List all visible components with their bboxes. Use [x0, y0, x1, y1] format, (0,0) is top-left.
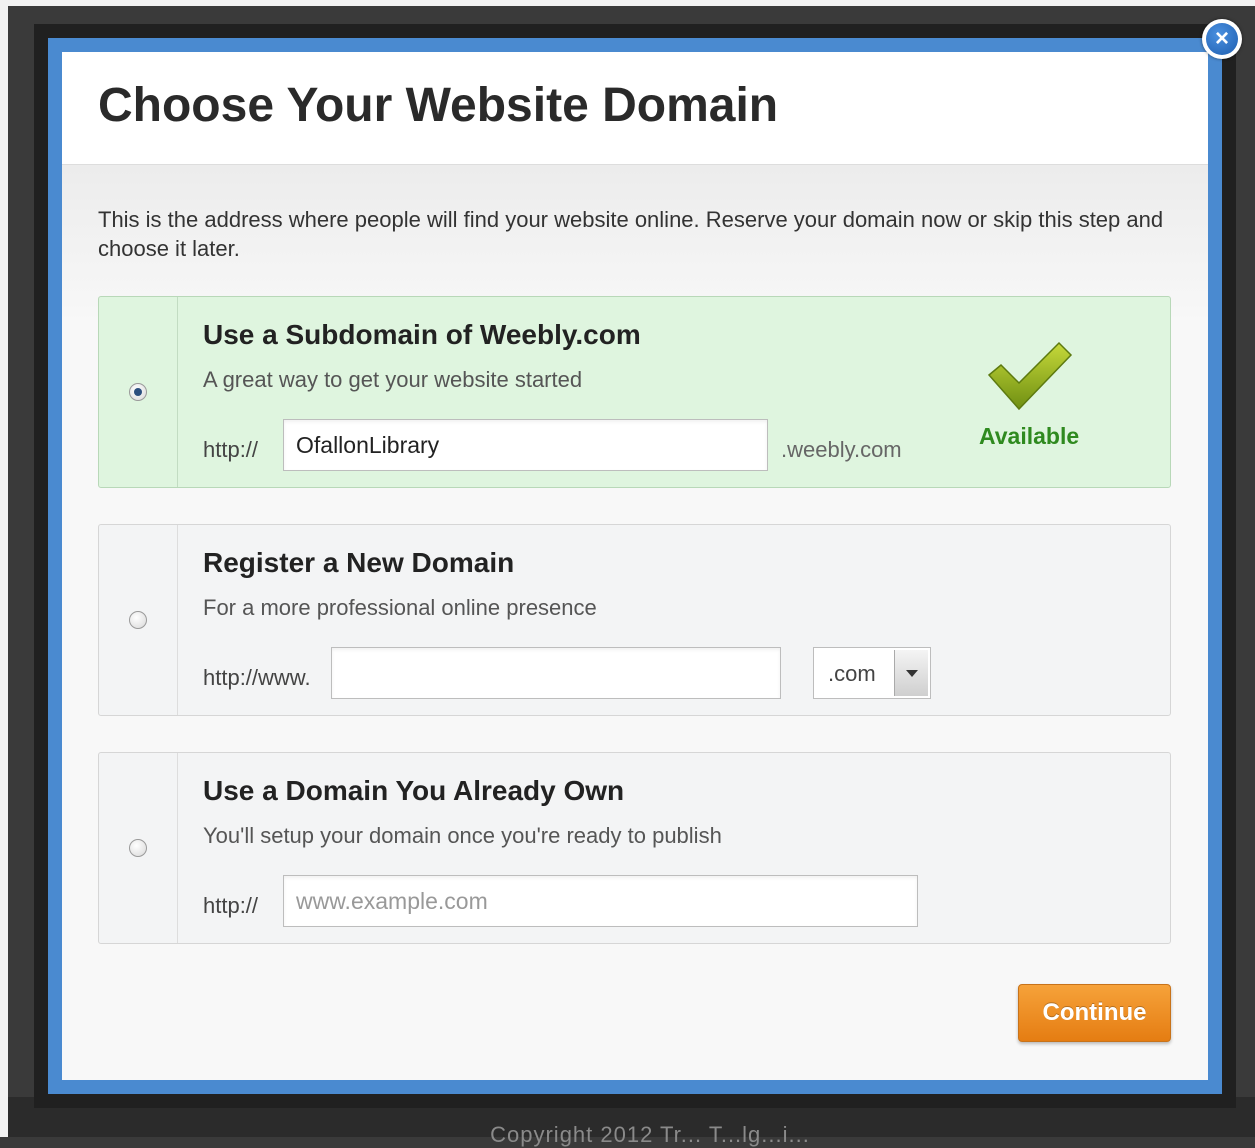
option-subtitle: You'll setup your domain once you're rea… — [203, 823, 722, 848]
option-existing-domain[interactable]: Use a Domain You Already Own You'll setu… — [98, 752, 1171, 944]
radio-subdomain[interactable] — [129, 383, 147, 401]
option-title: Register a New Domain — [203, 547, 515, 578]
option-title: Use a Domain You Already Own — [203, 775, 625, 806]
radio-column — [99, 525, 178, 715]
option-subdomain[interactable]: Use a Subdomain of Weebly.com A great wa… — [98, 296, 1171, 488]
subdomain-input[interactable] — [283, 419, 768, 471]
radio-column — [99, 297, 178, 487]
option-subtitle: For a more professional online presence — [203, 595, 597, 620]
radio-existing-domain[interactable] — [129, 839, 147, 857]
domain-dialog: Choose Your Website Domain This is the a… — [62, 52, 1208, 1080]
continue-button[interactable]: Continue — [1018, 984, 1171, 1042]
option-title: Use a Subdomain of Weebly.com — [203, 319, 641, 350]
tld-selected-value: .com — [828, 661, 876, 686]
url-prefix: http://www. — [203, 665, 311, 690]
availability-status: Available — [979, 423, 1080, 449]
option-register-domain[interactable]: Register a New Domain For a more profess… — [98, 524, 1171, 716]
dialog-header: Choose Your Website Domain — [62, 52, 1208, 165]
footer-copyright: Copyright 2012 Tr... T...lg...i... — [490, 1122, 810, 1147]
checkmark-icon — [987, 341, 1073, 411]
close-icon[interactable]: × — [1206, 23, 1238, 55]
radio-register-domain[interactable] — [129, 611, 147, 629]
dialog-title: Choose Your Website Domain — [98, 79, 779, 132]
subdomain-suffix: .weebly.com — [781, 437, 902, 462]
tld-select[interactable]: .com — [813, 647, 931, 699]
chevron-down-icon[interactable] — [894, 650, 928, 696]
existing-domain-input[interactable] — [283, 875, 918, 927]
option-subtitle: A great way to get your website started — [203, 367, 583, 392]
close-button[interactable]: × — [1202, 19, 1242, 59]
url-prefix: http:// — [203, 893, 259, 918]
page-backdrop-left — [0, 0, 8, 1137]
dialog-intro: This is the address where people will fi… — [98, 207, 1164, 261]
dialog-body: This is the address where people will fi… — [62, 165, 1208, 1080]
page-backdrop-top — [0, 0, 1255, 6]
radio-column — [99, 753, 178, 943]
new-domain-input[interactable] — [331, 647, 781, 699]
url-prefix: http:// — [203, 437, 259, 462]
